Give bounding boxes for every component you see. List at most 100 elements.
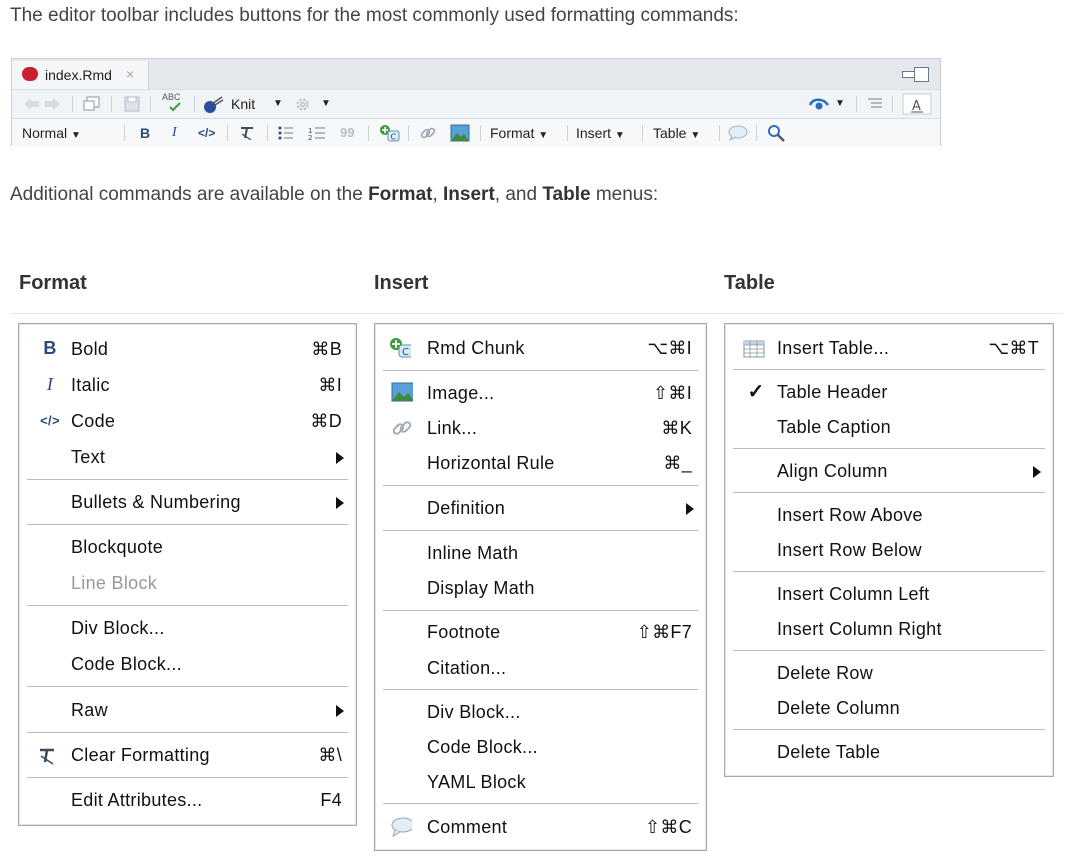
italic-button[interactable]: I <box>172 119 177 147</box>
menu-item-align-column[interactable]: Align Column <box>725 454 1053 490</box>
menu-item-footnote[interactable]: Footnote ⇧⌘F7 <box>375 615 706 651</box>
show-in-window-icon[interactable] <box>83 96 103 112</box>
visual-editor-toggle-icon[interactable] <box>808 96 830 112</box>
knit-icon[interactable] <box>202 96 224 114</box>
menu-item-insert-row-below[interactable]: Insert Row Below <box>725 533 1053 569</box>
insert-menu: C Rmd Chunk ⌥⌘I Image... ⇧⌘I Link... ⌘K … <box>374 323 707 851</box>
image-icon[interactable] <box>450 124 470 142</box>
bold-icon: B <box>43 338 57 358</box>
menu-item-bold[interactable]: B Bold ⌘B <box>19 332 356 368</box>
submenu-arrow-icon <box>336 497 344 509</box>
divider <box>10 313 1063 314</box>
format-text-icon[interactable]: A <box>902 93 932 115</box>
back-forward-icon[interactable] <box>22 97 62 111</box>
menu-item-clear-formatting[interactable]: Clear Formatting ⌘\ <box>19 738 356 774</box>
menu-item-insert-column-left[interactable]: Insert Column Left <box>725 577 1053 613</box>
menu-item-image[interactable]: Image... ⇧⌘I <box>375 376 706 412</box>
menu-item-line-block: Line Block <box>71 573 158 593</box>
check-icon <box>169 102 181 112</box>
link-icon <box>392 421 412 435</box>
comment-icon[interactable] <box>728 125 748 141</box>
code-icon: </> <box>40 413 60 428</box>
visual-editor-dropdown-icon[interactable]: ▼ <box>835 90 845 118</box>
menu-item-div-block[interactable]: Div Block... <box>375 695 706 731</box>
menu-item-table-header[interactable]: ✓ Table Header <box>725 375 1053 411</box>
blockquote-button[interactable]: 99 <box>340 119 354 147</box>
format-menu-button[interactable]: Format ▼ <box>490 119 548 147</box>
table-icon <box>743 340 765 358</box>
format-menu: B Bold ⌘B I Italic ⌘I </> Code ⌘D Text B… <box>18 323 357 826</box>
italic-icon: I <box>46 374 54 394</box>
rmd-file-icon <box>22 67 38 81</box>
menu-item-bullets-numbering[interactable]: Bullets & Numbering <box>19 485 356 521</box>
checkmark-icon: ✓ <box>747 381 765 403</box>
bullet-list-icon[interactable] <box>278 126 294 140</box>
insert-chunk-icon[interactable]: C <box>379 124 401 142</box>
insert-menu-button[interactable]: Insert ▼ <box>576 119 625 147</box>
menu-item-delete-table[interactable]: Delete Table <box>725 735 1053 771</box>
insert-chunk-icon: C <box>390 338 411 358</box>
menu-item-rmd-chunk[interactable]: C Rmd Chunk ⌥⌘I <box>375 331 706 367</box>
menu-item-display-math[interactable]: Display Math <box>375 571 706 607</box>
image-icon <box>391 382 413 402</box>
editor-toolbar-row-2: Normal ▼ B I </> 1 2 99 C Format ▼ Inser… <box>12 118 940 147</box>
outline-icon[interactable] <box>867 98 883 110</box>
intro-paragraph: The editor toolbar includes buttons for … <box>10 5 739 26</box>
table-menu: Insert Table... ⌥⌘T ✓ Table Header Table… <box>724 323 1054 777</box>
editor-toolbar-row-1: ABC Knit ▼ ▼ ▼ A <box>12 89 940 118</box>
paragraph-style-dropdown[interactable]: Normal ▼ <box>22 119 81 147</box>
menu-item-citation[interactable]: Citation... <box>375 651 706 687</box>
clear-formatting-icon[interactable] <box>239 126 255 140</box>
menu-item-insert-row-above[interactable]: Insert Row Above <box>725 498 1053 534</box>
submenu-arrow-icon <box>336 452 344 464</box>
submenu-arrow-icon <box>1033 466 1041 478</box>
menus-intro-paragraph: Additional commands are available on the… <box>10 184 659 205</box>
gear-dropdown-icon[interactable]: ▼ <box>321 90 331 118</box>
menu-item-edit-attributes[interactable]: Edit Attributes... F4 <box>19 783 356 819</box>
menu-item-comment[interactable]: Comment ⇧⌘C <box>375 810 706 846</box>
save-icon[interactable] <box>124 96 140 112</box>
menu-item-blockquote[interactable]: Blockquote <box>19 530 356 566</box>
knit-dropdown-icon[interactable]: ▼ <box>273 90 283 118</box>
editor-toolbar-panel: index.Rmd × A B C Knit ▼ ▼ ▼ A Normal ▼ B … <box>11 58 941 147</box>
menu-item-yaml-block[interactable]: YAML Block <box>375 765 706 801</box>
menu-item-horizontal-rule[interactable]: Horizontal Rule ⌘_ <box>375 446 706 482</box>
menu-item-raw[interactable]: Raw <box>19 693 356 729</box>
svg-text:2: 2 <box>308 134 312 141</box>
menu-item-definition[interactable]: Definition <box>375 491 706 527</box>
menu-item-link[interactable]: Link... ⌘K <box>375 411 706 447</box>
clear-formatting-icon <box>40 748 54 765</box>
find-icon[interactable] <box>767 124 785 142</box>
svg-text:C: C <box>391 133 397 142</box>
submenu-arrow-icon <box>686 503 694 515</box>
bold-button[interactable]: B <box>140 119 150 147</box>
menu-item-code[interactable]: </> Code ⌘D <box>19 404 356 440</box>
svg-text:C: C <box>402 347 409 358</box>
menu-item-italic[interactable]: I Italic ⌘I <box>19 368 356 404</box>
knit-button[interactable]: Knit <box>231 90 255 118</box>
menu-item-inline-math[interactable]: Inline Math <box>375 536 706 572</box>
table-menu-heading: Table <box>724 272 775 294</box>
menu-item-delete-column[interactable]: Delete Column <box>725 691 1053 727</box>
maximize-icon[interactable] <box>914 67 929 82</box>
tab-index-rmd[interactable]: index.Rmd × <box>12 61 149 89</box>
menu-item-delete-row[interactable]: Delete Row <box>725 656 1053 692</box>
table-menu-button[interactable]: Table ▼ <box>653 119 700 147</box>
menu-item-insert-column-right[interactable]: Insert Column Right <box>725 612 1053 648</box>
comment-icon <box>391 817 412 838</box>
code-button[interactable]: </> <box>198 119 215 147</box>
close-icon[interactable]: × <box>126 66 134 82</box>
menu-item-table-caption[interactable]: Table Caption <box>725 410 1053 446</box>
menu-item-code-block[interactable]: Code Block... <box>375 730 706 766</box>
link-icon[interactable] <box>419 124 437 142</box>
menu-item-insert-table[interactable]: Insert Table... ⌥⌘T <box>725 331 1053 367</box>
menu-item-text[interactable]: Text <box>19 440 356 476</box>
numbered-list-icon[interactable]: 1 2 <box>308 125 326 141</box>
format-menu-heading: Format <box>19 272 87 294</box>
submenu-arrow-icon <box>336 705 344 717</box>
tab-strip: index.Rmd × <box>12 59 940 89</box>
insert-menu-heading: Insert <box>374 272 429 294</box>
menu-item-code-block[interactable]: Code Block... <box>19 647 356 683</box>
menu-item-div-block[interactable]: Div Block... <box>19 611 356 647</box>
gear-icon[interactable] <box>294 96 311 113</box>
